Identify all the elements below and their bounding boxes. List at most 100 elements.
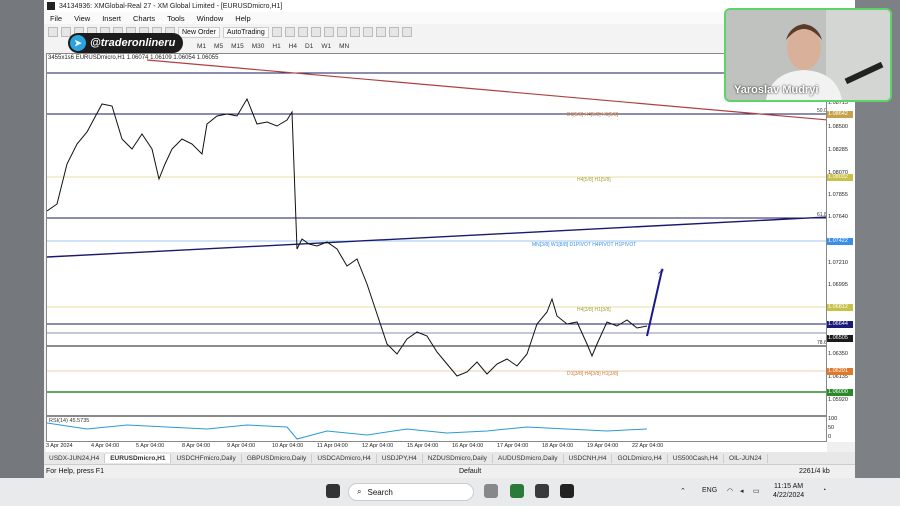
telegram-watermark: ➤ @traderonlineru [68, 33, 184, 53]
zoom-in-icon[interactable] [310, 27, 321, 37]
battery-icon[interactable]: ▭ [753, 487, 760, 495]
presenter-name: Yaroslav Mudryi [734, 84, 819, 96]
candle-chart-icon[interactable] [284, 27, 295, 37]
autoscroll-icon[interactable] [349, 27, 360, 37]
timeframe-m1[interactable]: M1 [194, 43, 209, 50]
tab-usdjpy[interactable]: USDJPY,H4 [377, 453, 423, 463]
clock-time: 11:15 AM [774, 483, 804, 490]
line-chart-icon[interactable] [297, 27, 308, 37]
task-view-icon[interactable] [484, 484, 498, 498]
price-tick: 1.08500 [828, 124, 848, 130]
timeframe-mn[interactable]: MN [336, 43, 352, 50]
menu-insert[interactable]: Insert [96, 14, 127, 23]
rsi-subwindow[interactable]: RSI(14) 45.5735 [46, 416, 827, 442]
time-tick: 17 Apr 04:00 [497, 443, 529, 449]
rsi-axis: 100 50 0 [827, 416, 855, 442]
price-series [47, 97, 648, 377]
tab-usdx[interactable]: USDX-JUN24,H4 [44, 453, 106, 463]
tab-gold[interactable]: GOLDmicro,H4 [612, 453, 668, 463]
new-chart-icon[interactable] [48, 27, 58, 37]
price-chart[interactable]: ↗ D1[5/8] H4[5/8] H1[5/8] H4[5/8] H1[5/8… [46, 53, 827, 416]
time-tick: 16 Apr 04:00 [452, 443, 484, 449]
trendline-blue [47, 216, 826, 258]
volume-icon[interactable]: ◂ [740, 487, 744, 495]
time-tick: 11 Apr 04:00 [317, 443, 348, 449]
start-icon[interactable] [326, 484, 340, 498]
tray-chevron-icon[interactable]: ⌃ [680, 487, 686, 495]
menu-window[interactable]: Window [191, 14, 230, 23]
app-icon-2[interactable] [535, 484, 549, 498]
menu-charts[interactable]: Charts [127, 14, 161, 23]
tab-audusd[interactable]: AUDUSDmicro,Daily [493, 453, 564, 463]
timeframe-h4[interactable]: H4 [286, 43, 300, 50]
tab-oil[interactable]: OIL-JUN24 [724, 453, 768, 463]
menu-view[interactable]: View [68, 14, 96, 23]
time-tick: 12 Apr 04:00 [362, 443, 394, 449]
tab-usdcnh[interactable]: USDCNH,H4 [564, 453, 613, 463]
timeframe-m5[interactable]: M5 [211, 43, 226, 50]
price-tick: 1.07640 [828, 214, 848, 220]
timeframe-m15[interactable]: M15 [228, 43, 247, 50]
timeframe-w1[interactable]: W1 [318, 43, 334, 50]
time-tick: 19 Apr 04:00 [587, 443, 619, 449]
time-tick: 8 Apr 04:00 [182, 443, 211, 449]
label-mid: H4[5/8] H1[5/8] [577, 177, 611, 183]
label-bottom: D1[3/8] H4[3/8] H1[3/8] [567, 371, 619, 377]
time-axis: 3 Apr 2024 4 Apr 04:00 5 Apr 04:00 8 Apr… [46, 442, 827, 452]
bar-chart-icon[interactable] [271, 27, 282, 37]
xm-terminal-icon[interactable] [560, 484, 574, 498]
tab-usdchf[interactable]: USDCHFmicro,Daily [171, 453, 242, 463]
tab-eurusd[interactable]: EURUSDmicro,H1 [105, 453, 172, 463]
rsi-tick: 50 [828, 425, 835, 431]
new-order-button[interactable]: New Order [178, 26, 220, 38]
periods-icon[interactable] [388, 27, 399, 37]
timeframe-d1[interactable]: D1 [302, 43, 316, 50]
tab-us500[interactable]: US500Cash,H4 [668, 453, 725, 463]
taskbar-search[interactable]: ⌕ Search [348, 483, 474, 501]
price-box: 1.08032 [827, 174, 853, 181]
timeframe-m30[interactable]: M30 [249, 43, 268, 50]
time-tick: 18 Apr 04:00 [542, 443, 574, 449]
rsi-svg [47, 422, 648, 440]
time-tick: 22 Apr 04:00 [632, 443, 664, 449]
time-tick: 4 Apr 04:00 [91, 443, 120, 449]
autotrading-button[interactable]: AutoTrading [222, 26, 269, 38]
menu-tools[interactable]: Tools [161, 14, 191, 23]
rsi-label: RSI(14) 45.5735 [49, 418, 90, 424]
clock-date: 4/22/2024 [773, 492, 805, 499]
time-tick: 5 Apr 04:00 [136, 443, 165, 449]
taskbar-clock[interactable]: 11:15 AM 4/22/2024 [773, 482, 804, 500]
chart-shift-icon[interactable] [362, 27, 373, 37]
status-traffic: 2261/4 kb [799, 468, 830, 475]
wifi-icon[interactable]: ◠ [727, 487, 733, 495]
menu-file[interactable]: File [44, 14, 68, 23]
price-box: 1.06812 [827, 304, 853, 311]
timeframe-h1[interactable]: H1 [269, 43, 283, 50]
price-tick: 1.06350 [828, 351, 848, 357]
price-tick: 1.05920 [828, 397, 848, 403]
templates-icon[interactable] [401, 27, 412, 37]
time-tick: 10 Apr 04:00 [272, 443, 304, 449]
forecast-arrow [646, 269, 663, 337]
notification-bell-icon[interactable]: ◔ [822, 487, 826, 494]
price-box: 1.06644 [827, 321, 853, 328]
indicators-icon[interactable] [375, 27, 386, 37]
fib-50: 50.0 [817, 108, 827, 114]
fib-618: 61.8 [817, 212, 827, 218]
window-title: 34134936: XMGlobal-Real 27 - XM Global L… [59, 2, 283, 10]
price-box: 1.07422 [827, 238, 853, 245]
time-tick: 15 Apr 04:00 [407, 443, 439, 449]
app-icon-1[interactable] [510, 484, 524, 498]
tile-icon[interactable] [336, 27, 347, 37]
tab-nzdusd[interactable]: NZDUSDmicro,Daily [423, 453, 493, 463]
chart-id: 3455x1s6 [48, 55, 75, 61]
rsi-tick: 0 [828, 434, 832, 440]
menu-help[interactable]: Help [229, 14, 256, 23]
tab-usdcad[interactable]: USDCADmicro,H4 [312, 453, 377, 463]
zoom-out-icon[interactable] [323, 27, 334, 37]
price-box: 1.06201 [827, 368, 853, 375]
tab-gbpusd[interactable]: GBPUSDmicro,Daily [242, 453, 313, 463]
status-bar: For Help, press F1 Default 2261/4 kb [44, 464, 855, 479]
chart-svg: ↗ D1[5/8] H4[5/8] H1[5/8] H4[5/8] H1[5/8… [47, 59, 827, 393]
tray-language[interactable]: ENG [702, 487, 717, 494]
